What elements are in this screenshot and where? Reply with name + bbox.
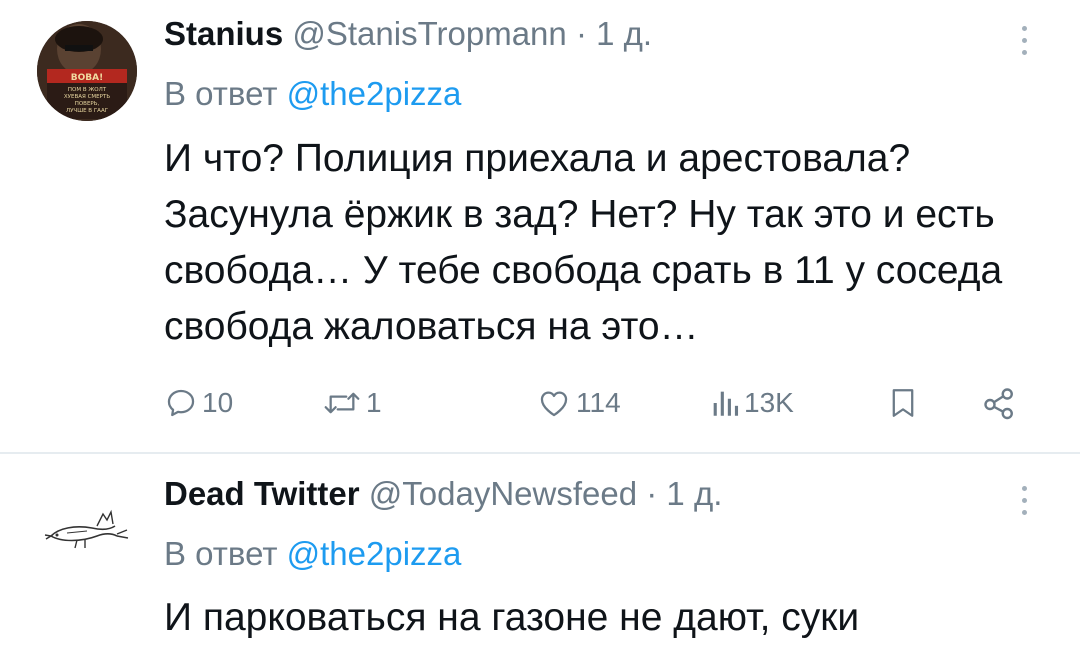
- avatar-text: ПОМ В ЖОЛТ: [68, 87, 107, 93]
- user-handle[interactable]: @TodayNewsfeed: [369, 475, 637, 512]
- like-button[interactable]: 114: [536, 378, 621, 428]
- action-bar: 10 1 114 13K: [164, 378, 1034, 428]
- repost-count: 1: [366, 387, 382, 418]
- reply-prefix: В ответ: [164, 75, 278, 112]
- timestamp[interactable]: 1 д.: [596, 15, 652, 52]
- more-icon[interactable]: [1022, 26, 1028, 62]
- mention-link[interactable]: @the2pizza: [287, 535, 462, 572]
- avatar[interactable]: ВОВА! ПОМ В ЖОЛТ ХУЕВАЯ СМЕРТЬ ПОВЕРЬ, Л…: [37, 21, 137, 121]
- views-count: 13K: [744, 387, 794, 418]
- reply-count: 10: [202, 387, 234, 418]
- mention-link[interactable]: @the2pizza: [287, 75, 462, 112]
- views-icon: [713, 391, 739, 416]
- share-icon: [984, 388, 1013, 420]
- separator-dot: ·: [646, 475, 658, 512]
- like-count: 114: [576, 387, 621, 418]
- views-button[interactable]: 13K: [710, 378, 794, 428]
- avatar[interactable]: [37, 478, 137, 578]
- tweet-header: Stanius @StanisTropmann · 1 д.: [164, 14, 652, 54]
- avatar-image: ВОВА! ПОМ В ЖОЛТ ХУЕВАЯ СМЕРТЬ ПОВЕРЬ, Л…: [37, 21, 137, 121]
- separator-dot: ·: [575, 15, 587, 52]
- avatar-text: ВОВА!: [71, 73, 103, 83]
- tweet-text: И что? Полиция приехала и арестовала? За…: [164, 137, 1003, 348]
- timestamp[interactable]: 1 д.: [666, 475, 722, 512]
- reply-prefix: В ответ: [164, 535, 278, 572]
- display-name[interactable]: Stanius: [164, 15, 283, 52]
- reply-button[interactable]: 10: [164, 378, 233, 428]
- display-name[interactable]: Dead Twitter: [164, 475, 360, 512]
- user-handle[interactable]: @StanisTropmann: [292, 15, 566, 52]
- repost-button[interactable]: 1: [322, 378, 382, 428]
- avatar-text: ХУЕВАЯ СМЕРТЬ: [64, 94, 110, 100]
- tweet-header: Dead Twitter @TodayNewsfeed · 1 д.: [164, 474, 722, 514]
- tweet-text: И парковаться на газоне не дают, суки: [164, 596, 860, 639]
- tweet[interactable]: ВОВА! ПОМ В ЖОЛТ ХУЕВАЯ СМЕРТЬ ПОВЕРЬ, Л…: [0, 0, 1080, 454]
- tweet[interactable]: Dead Twitter @TodayNewsfeed · 1 д. В отв…: [0, 454, 1080, 650]
- more-icon[interactable]: [1022, 486, 1028, 522]
- reply-icon: [167, 389, 195, 417]
- share-button[interactable]: [980, 378, 1018, 428]
- like-icon: [540, 391, 568, 417]
- avatar-text: ПОВЕРЬ,: [75, 101, 100, 107]
- repost-icon: [324, 392, 360, 414]
- dead-bird-icon: [37, 478, 137, 578]
- reply-context: В ответ @the2pizza: [164, 74, 461, 114]
- avatar-text: ЛУЧШЕ В ГААГ: [66, 108, 109, 114]
- reply-context: В ответ @the2pizza: [164, 534, 461, 574]
- bookmark-icon: [892, 389, 914, 417]
- bookmark-button[interactable]: [886, 378, 920, 428]
